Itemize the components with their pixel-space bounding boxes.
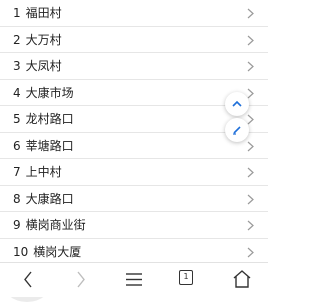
- list-item-index: 9: [13, 218, 21, 232]
- chevron-right-icon: [247, 61, 254, 72]
- list-item[interactable]: 1 福田村: [0, 0, 268, 27]
- list-item-index: 5: [13, 112, 21, 126]
- list-item-label: 4 大康市场: [13, 80, 74, 106]
- chevron-right-icon: [247, 220, 254, 231]
- list-item-index: 7: [13, 165, 21, 179]
- list-item-name: 大康路口: [25, 191, 74, 206]
- list-item-label: 3 大凤村: [13, 53, 62, 79]
- list-item-label: 5 龙村路口: [13, 106, 74, 132]
- chevron-right-icon: [77, 271, 85, 288]
- list-item-name: 横岗商业街: [25, 218, 86, 232]
- chevron-right-icon: [247, 141, 254, 151]
- list-item-label: 10 横岗大厦: [13, 239, 81, 265]
- list-item-label: 7 上中村: [13, 159, 62, 185]
- list-item-index: 8: [13, 191, 21, 206]
- list-item-name: 大凤村: [25, 59, 62, 73]
- list-item-name: 龙村路口: [25, 112, 74, 126]
- list-item[interactable]: 2 大万村: [0, 27, 268, 53]
- list-item-name: 福田村: [25, 6, 62, 20]
- menu-button[interactable]: [114, 262, 154, 297]
- list-item[interactable]: 9 横岗商业街: [0, 212, 268, 239]
- list-item[interactable]: 7 上中村: [0, 159, 268, 186]
- list-item[interactable]: 8 大康路口: [0, 186, 268, 212]
- list-item-index: 10: [13, 244, 29, 259]
- back-button[interactable]: [8, 262, 48, 297]
- list-item-name: 大万村: [25, 32, 62, 47]
- list-item[interactable]: 3 大凤村: [0, 53, 268, 80]
- chevron-right-icon: [247, 194, 254, 204]
- tab-count-button[interactable]: 1: [179, 270, 193, 285]
- chevron-up-icon: [232, 100, 242, 107]
- forward-button[interactable]: [60, 262, 100, 297]
- list-item-name: 大康市场: [25, 85, 74, 100]
- home-icon: [233, 270, 251, 288]
- list-item-index: 6: [13, 138, 21, 153]
- list-item-label: 9 横岗商业街: [13, 212, 86, 238]
- list-item-index: 2: [13, 32, 21, 47]
- pencil-icon: [233, 126, 241, 135]
- home-button[interactable]: [222, 262, 262, 297]
- chevron-right-icon: [247, 8, 254, 19]
- list-item-index: 3: [13, 59, 21, 73]
- list-item-label: 2 大万村: [13, 27, 62, 53]
- scroll-to-top-button[interactable]: [225, 92, 249, 116]
- chevron-right-icon: [247, 167, 254, 178]
- list-item-index: 4: [13, 85, 21, 100]
- chevron-left-icon: [24, 271, 32, 288]
- list-item-name: 横岗大厦: [33, 244, 82, 259]
- edit-button[interactable]: [225, 118, 249, 142]
- list-item-label: 1 福田村: [13, 0, 62, 26]
- chevron-right-icon: [247, 247, 254, 257]
- list-item-label: 8 大康路口: [13, 186, 74, 212]
- list-item-name: 上中村: [25, 165, 62, 179]
- list-item-index: 1: [13, 6, 21, 20]
- chevron-right-icon: [247, 35, 254, 45]
- list-item-label: 6 莘塘路口: [13, 133, 74, 159]
- hamburger-menu-icon: [126, 273, 142, 286]
- list-item-name: 莘塘路口: [25, 138, 74, 153]
